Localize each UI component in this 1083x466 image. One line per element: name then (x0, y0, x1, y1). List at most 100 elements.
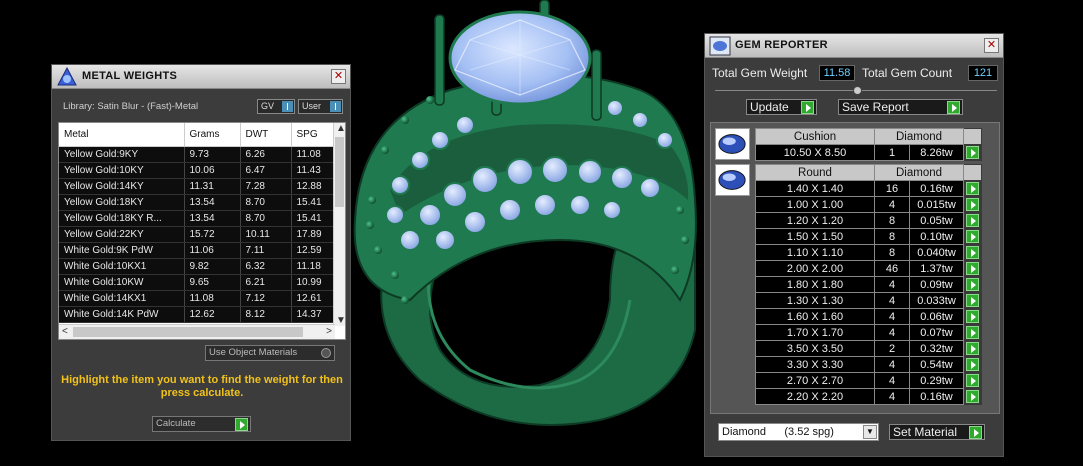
close-icon[interactable]: ✕ (984, 38, 999, 53)
gem-row[interactable]: 10.50 X 8.50 1 8.26tw (755, 144, 982, 161)
cushion-gem-icon[interactable] (715, 128, 750, 160)
vertical-scroll-thumb[interactable] (335, 137, 344, 207)
gem-size: 3.30 X 3.30 (755, 356, 875, 373)
calculate-button[interactable]: Calculate (152, 416, 251, 432)
set-material-button[interactable]: Set Material (889, 424, 985, 440)
gem-weight: 0.29tw (909, 372, 964, 389)
round-gem-icon[interactable] (715, 164, 750, 196)
close-icon[interactable]: ✕ (331, 69, 346, 84)
gv-toggle[interactable]: GV (257, 99, 295, 114)
cell-spg: 10.99 (291, 274, 336, 291)
select-gem-arrow-icon[interactable] (966, 294, 979, 307)
table-row[interactable]: Yellow Gold:10KY 10.06 6.47 11.43 (59, 162, 336, 179)
gem-row[interactable]: 1.20 X 1.20 8 0.05tw (755, 212, 982, 229)
play-arrow-icon[interactable] (969, 426, 982, 439)
total-gem-weight-label: Total Gem Weight (712, 66, 808, 80)
gem-count: 4 (874, 388, 910, 405)
gem-row[interactable]: 1.50 X 1.50 8 0.10tw (755, 228, 982, 245)
select-gem-arrow-icon[interactable] (966, 262, 979, 275)
material-select[interactable]: Diamond (3.52 spg) ▼ (718, 423, 879, 441)
gem-row[interactable]: 1.30 X 1.30 4 0.033tw (755, 292, 982, 309)
cell-dwt: 8.70 (240, 194, 292, 211)
scroll-down-icon[interactable]: ▼ (336, 315, 345, 326)
gem-row[interactable]: 1.10 X 1.10 8 0.040tw (755, 244, 982, 261)
gem-weight: 8.26tw (909, 144, 964, 161)
table-row[interactable]: White Gold:14K PdW 12.62 8.12 14.37 (59, 306, 336, 323)
library-label: Library: Satin Blur - (Fast)-Metal (63, 101, 199, 112)
column-header-grams[interactable]: Grams (184, 123, 241, 147)
table-row[interactable]: Yellow Gold:9KY 9.73 6.26 11.08 (59, 146, 336, 163)
radio-button-icon[interactable] (321, 348, 331, 358)
toggle-indicator-icon (330, 101, 341, 112)
gem-row[interactable]: 1.70 X 1.70 4 0.07tw (755, 324, 982, 341)
table-row[interactable]: Yellow Gold:18KY R... 13.54 8.70 15.41 (59, 210, 336, 227)
horizontal-scroll-thumb[interactable] (73, 327, 303, 337)
gem-row[interactable]: 3.50 X 3.50 2 0.32tw (755, 340, 982, 357)
metal-weights-titlebar[interactable]: METAL WEIGHTS ✕ (52, 65, 350, 89)
select-gem-arrow-icon[interactable] (966, 214, 979, 227)
save-report-button[interactable]: Save Report (838, 99, 963, 115)
play-arrow-icon[interactable] (235, 418, 248, 431)
gem-row[interactable]: 1.00 X 1.00 4 0.015tw (755, 196, 982, 213)
metal-weights-icon (57, 67, 77, 86)
select-gem-arrow-icon[interactable] (966, 278, 979, 291)
column-header-spg[interactable]: SPG (291, 123, 336, 147)
update-button[interactable]: Update (746, 99, 817, 115)
scroll-left-icon[interactable]: < (62, 326, 68, 337)
select-gem-arrow-icon[interactable] (966, 374, 979, 387)
gem-row[interactable]: 1.40 X 1.40 16 0.16tw (755, 180, 982, 197)
gem-count: 1 (874, 144, 910, 161)
table-row[interactable]: Yellow Gold:14KY 11.31 7.28 12.88 (59, 178, 336, 195)
gem-row[interactable]: 2.00 X 2.00 46 1.37tw (755, 260, 982, 277)
scroll-up-icon[interactable]: ▲ (336, 123, 345, 134)
table-row[interactable]: White Gold:9K PdW 11.06 7.11 12.59 (59, 242, 336, 259)
play-arrow-icon[interactable] (947, 101, 960, 114)
use-object-materials-option[interactable]: Use Object Materials (205, 345, 335, 361)
column-header-dwt[interactable]: DWT (240, 123, 292, 147)
select-gem-arrow-icon[interactable] (966, 246, 979, 259)
cell-metal: Yellow Gold:10KY (59, 162, 185, 179)
select-gem-arrow-icon[interactable] (966, 358, 979, 371)
select-gem-arrow-icon[interactable] (966, 310, 979, 323)
toggle-indicator-icon (282, 101, 293, 112)
gem-size: 1.00 X 1.00 (755, 196, 875, 213)
gem-weight: 0.05tw (909, 212, 964, 229)
gem-row[interactable]: 2.20 X 2.20 4 0.16tw (755, 388, 982, 405)
cell-metal: Yellow Gold:14KY (59, 178, 185, 195)
gem-count: 4 (874, 324, 910, 341)
gem-row[interactable]: 1.60 X 1.60 4 0.06tw (755, 308, 982, 325)
horizontal-scrollbar[interactable]: < > (59, 324, 335, 339)
cell-metal: Yellow Gold:18KY R... (59, 210, 185, 227)
gem-reporter-titlebar[interactable]: GEM REPORTER ✕ (705, 34, 1003, 58)
cell-dwt: 6.32 (240, 258, 292, 275)
select-gem-arrow-icon[interactable] (966, 182, 979, 195)
select-gem-arrow-icon[interactable] (966, 326, 979, 339)
select-gem-arrow-icon[interactable] (966, 146, 979, 159)
table-row[interactable]: Yellow Gold:22KY 15.72 10.11 17.89 (59, 226, 336, 243)
column-header-metal[interactable]: Metal (59, 123, 185, 147)
table-header-row: Metal Grams DWT SPG (59, 123, 336, 147)
select-gem-arrow-icon[interactable] (966, 390, 979, 403)
cell-dwt: 6.26 (240, 146, 292, 163)
select-gem-arrow-icon[interactable] (966, 198, 979, 211)
splitter-knob[interactable] (853, 86, 862, 95)
scroll-right-icon[interactable]: > (326, 326, 332, 337)
play-arrow-icon[interactable] (801, 101, 814, 114)
table-row[interactable]: Yellow Gold:18KY 13.54 8.70 15.41 (59, 194, 336, 211)
chevron-down-icon[interactable]: ▼ (863, 425, 877, 439)
material-select-value: Diamond (3.52 spg) (722, 426, 834, 438)
table-row[interactable]: White Gold:10KW 9.65 6.21 10.99 (59, 274, 336, 291)
select-gem-arrow-icon[interactable] (966, 230, 979, 243)
cell-spg: 15.41 (291, 210, 336, 227)
table-row[interactable]: White Gold:14KX1 11.08 7.12 12.61 (59, 290, 336, 307)
table-row[interactable]: White Gold:10KX1 9.82 6.32 11.18 (59, 258, 336, 275)
gem-row[interactable]: 3.30 X 3.30 4 0.54tw (755, 356, 982, 373)
gem-size: 1.70 X 1.70 (755, 324, 875, 341)
gem-list: Cushion Diamond 10.50 X 8.50 1 8.26tw Ro… (710, 122, 1000, 414)
vertical-scrollbar[interactable]: ▲ ▼ (333, 123, 345, 326)
gem-row[interactable]: 2.70 X 2.70 4 0.29tw (755, 372, 982, 389)
select-gem-arrow-icon[interactable] (966, 342, 979, 355)
gem-count: 4 (874, 308, 910, 325)
gem-row[interactable]: 1.80 X 1.80 4 0.09tw (755, 276, 982, 293)
user-toggle[interactable]: User (298, 99, 343, 114)
